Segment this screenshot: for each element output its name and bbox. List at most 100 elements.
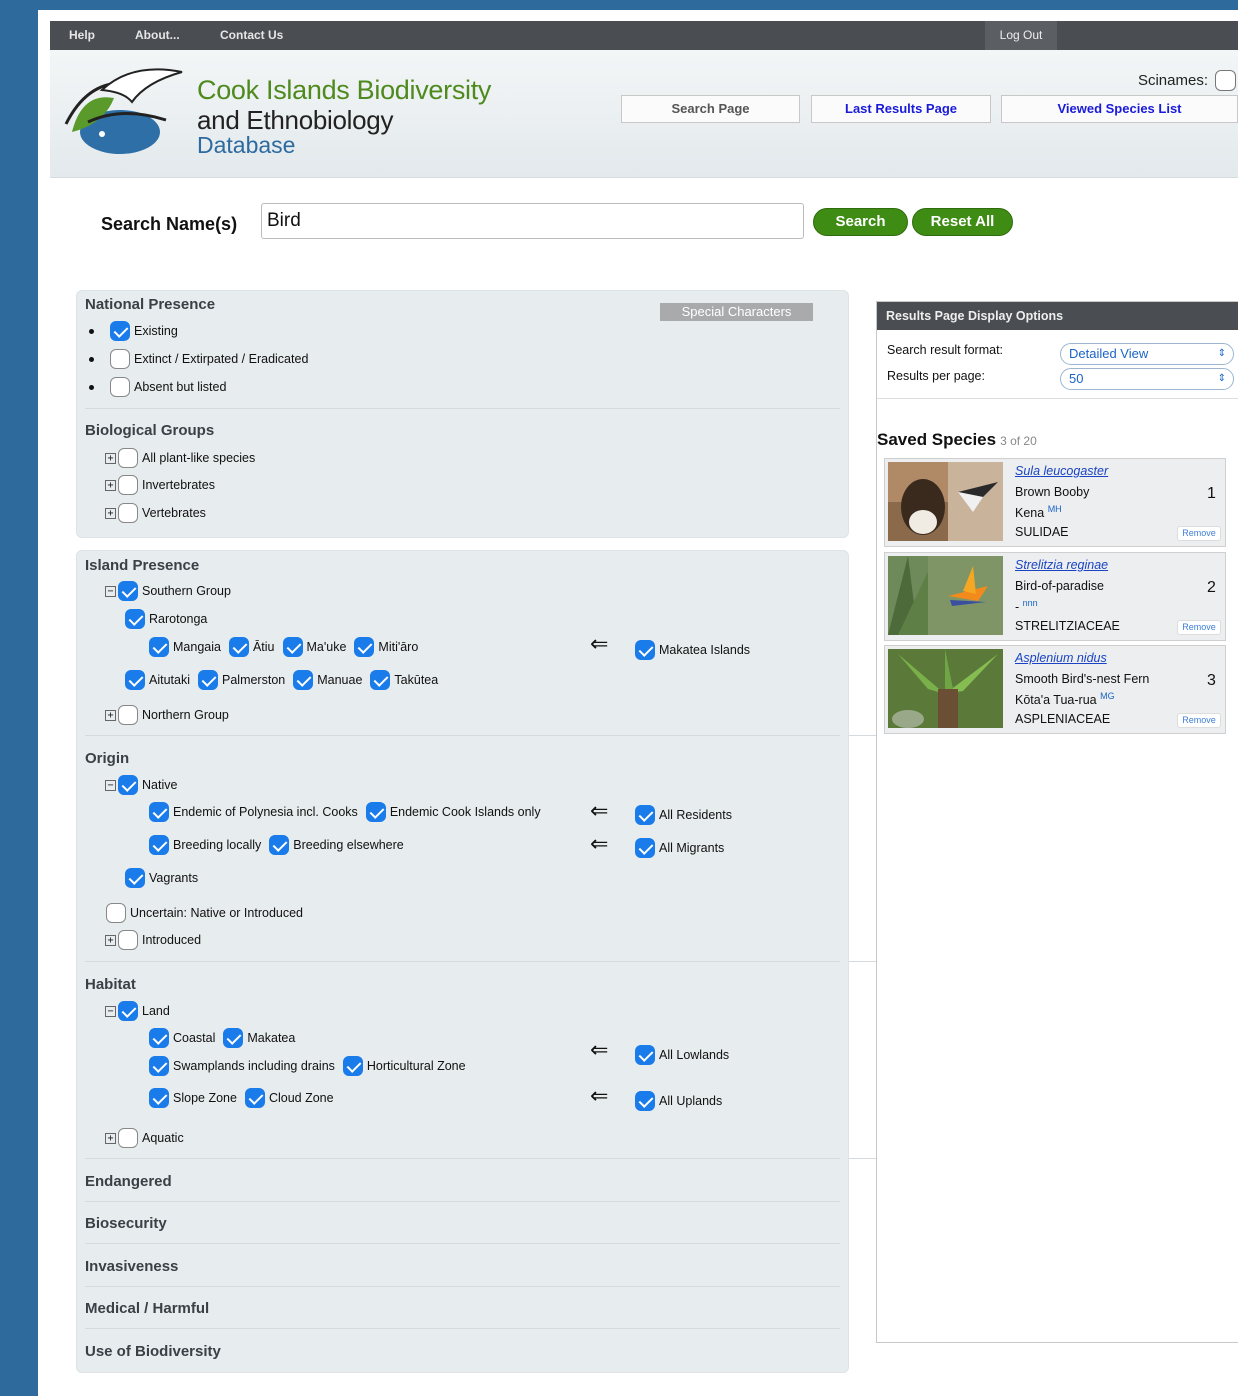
southern-group-row[interactable]: − Southern Group (105, 581, 231, 601)
aitutaki-checkbox[interactable] (125, 670, 145, 690)
all-residents-label: All Residents (659, 808, 732, 822)
scinames-checkbox[interactable] (1215, 70, 1236, 91)
bg-plants-checkbox[interactable] (118, 448, 138, 468)
bg-vertebrates-checkbox[interactable] (118, 503, 138, 523)
uncertain-row[interactable]: Uncertain: Native or Introduced (106, 903, 303, 923)
viewed-species-button[interactable]: Viewed Species List (1001, 95, 1238, 123)
nav-help-link[interactable]: Help (69, 28, 95, 42)
bullet (89, 328, 94, 334)
np-existing-row[interactable]: Existing (89, 321, 178, 341)
vagrants-checkbox[interactable] (125, 868, 145, 888)
endemic-polynesia-checkbox[interactable] (149, 802, 169, 822)
aquatic-row[interactable]: + Aquatic (105, 1128, 184, 1148)
medical-harmful-section[interactable]: Medical / Harmful (85, 1300, 209, 1317)
makatea-checkbox[interactable] (223, 1028, 244, 1048)
endemic-cook-checkbox[interactable] (365, 802, 386, 822)
takutea-checkbox[interactable] (370, 670, 391, 690)
bg-invertebrates-row[interactable]: + Invertebrates (105, 475, 215, 495)
special-characters-button[interactable]: Special Characters (660, 303, 813, 321)
endangered-section[interactable]: Endangered (85, 1173, 172, 1190)
per-page-select[interactable]: 50 ⇕ (1060, 368, 1234, 390)
expand-toggle[interactable]: + (105, 934, 116, 946)
all-migrants-row[interactable]: All Migrants (635, 838, 724, 858)
breeding-elsewhere-checkbox[interactable] (269, 835, 290, 855)
land-checkbox[interactable] (118, 1001, 138, 1021)
all-uplands-checkbox[interactable] (635, 1091, 655, 1111)
all-lowlands-row[interactable]: All Lowlands (635, 1045, 729, 1065)
makatea-label: Makatea (247, 1031, 296, 1045)
all-migrants-checkbox[interactable] (635, 838, 655, 858)
mitiaro-checkbox[interactable] (354, 637, 375, 657)
logout-button[interactable]: Log Out (985, 21, 1057, 50)
expand-toggle[interactable]: + (105, 507, 116, 519)
introduced-checkbox[interactable] (118, 930, 138, 950)
collapse-toggle[interactable]: − (105, 1005, 116, 1017)
expand-toggle[interactable]: + (105, 452, 116, 464)
species-scientific-link[interactable]: Strelitzia reginae (1015, 558, 1108, 572)
divider (85, 1158, 840, 1159)
np-absent-row[interactable]: Absent but listed (89, 377, 226, 397)
np-absent-checkbox[interactable] (110, 377, 130, 397)
reset-all-button[interactable]: Reset All (912, 208, 1013, 236)
rarotonga-row[interactable]: Rarotonga (125, 609, 207, 629)
breeding-locally-checkbox[interactable] (149, 835, 169, 855)
saved-species-card: Sula leucogaster Brown Booby Kena MH SUL… (884, 458, 1226, 547)
np-extinct-row[interactable]: Extinct / Extirpated / Eradicated (89, 349, 308, 369)
aquatic-checkbox[interactable] (118, 1128, 138, 1148)
last-results-button[interactable]: Last Results Page (811, 95, 991, 123)
horticultural-checkbox[interactable] (342, 1056, 363, 1076)
invasiveness-section[interactable]: Invasiveness (85, 1258, 178, 1275)
all-lowlands-checkbox[interactable] (635, 1045, 655, 1065)
manuae-checkbox[interactable] (293, 670, 314, 690)
mangaia-checkbox[interactable] (149, 637, 169, 657)
land-row[interactable]: − Land (105, 1001, 170, 1021)
collapse-toggle[interactable]: − (105, 585, 116, 597)
swamplands-checkbox[interactable] (149, 1056, 169, 1076)
aitutaki-label: Aitutaki (149, 673, 190, 687)
collapse-toggle[interactable]: − (105, 779, 116, 791)
makatea-islands-checkbox[interactable] (635, 640, 655, 660)
search-page-button[interactable]: Search Page (621, 95, 800, 123)
bg-invertebrates-checkbox[interactable] (118, 475, 138, 495)
expand-toggle[interactable]: + (105, 1132, 116, 1144)
native-row[interactable]: − Native (105, 775, 177, 795)
format-select[interactable]: Detailed View ⇕ (1060, 343, 1234, 365)
nav-about-link[interactable]: About... (135, 28, 180, 42)
cloud-checkbox[interactable] (244, 1088, 265, 1108)
makatea-islands-row[interactable]: Makatea Islands (635, 640, 750, 660)
northern-group-row[interactable]: + Northern Group (105, 705, 229, 725)
remove-button[interactable]: Remove (1177, 713, 1221, 728)
atiu-checkbox[interactable] (228, 637, 249, 657)
species-scientific-link[interactable]: Sula leucogaster (1015, 464, 1108, 478)
native-checkbox[interactable] (118, 775, 138, 795)
bg-plants-row[interactable]: + All plant-like species (105, 448, 255, 468)
uncertain-checkbox[interactable] (106, 903, 126, 923)
np-existing-checkbox[interactable] (110, 321, 130, 341)
np-extinct-checkbox[interactable] (110, 349, 130, 369)
page-border-left (0, 0, 38, 1396)
southern-group-checkbox[interactable] (118, 581, 138, 601)
all-uplands-row[interactable]: All Uplands (635, 1091, 722, 1111)
all-residents-checkbox[interactable] (635, 805, 655, 825)
search-button[interactable]: Search (813, 208, 908, 236)
northern-group-checkbox[interactable] (118, 705, 138, 725)
slope-checkbox[interactable] (149, 1088, 169, 1108)
bg-vertebrates-row[interactable]: + Vertebrates (105, 503, 206, 523)
mauke-checkbox[interactable] (282, 637, 303, 657)
use-of-biodiversity-section[interactable]: Use of Biodiversity (85, 1343, 221, 1360)
rarotonga-checkbox[interactable] (125, 609, 145, 629)
coastal-checkbox[interactable] (149, 1028, 169, 1048)
search-input[interactable] (261, 203, 804, 239)
nav-contact-link[interactable]: Contact Us (220, 28, 283, 42)
vagrants-row[interactable]: Vagrants (125, 868, 198, 888)
expand-toggle[interactable]: + (105, 479, 116, 491)
remove-button[interactable]: Remove (1177, 526, 1221, 541)
species-scientific-link[interactable]: Asplenium nidus (1015, 651, 1107, 665)
remove-button[interactable]: Remove (1177, 620, 1221, 635)
biosecurity-section[interactable]: Biosecurity (85, 1215, 167, 1232)
palmerston-checkbox[interactable] (198, 670, 218, 690)
all-residents-row[interactable]: All Residents (635, 805, 732, 825)
introduced-row[interactable]: + Introduced (105, 930, 201, 950)
biological-groups-title: Biological Groups (85, 422, 215, 439)
expand-toggle[interactable]: + (105, 709, 116, 721)
